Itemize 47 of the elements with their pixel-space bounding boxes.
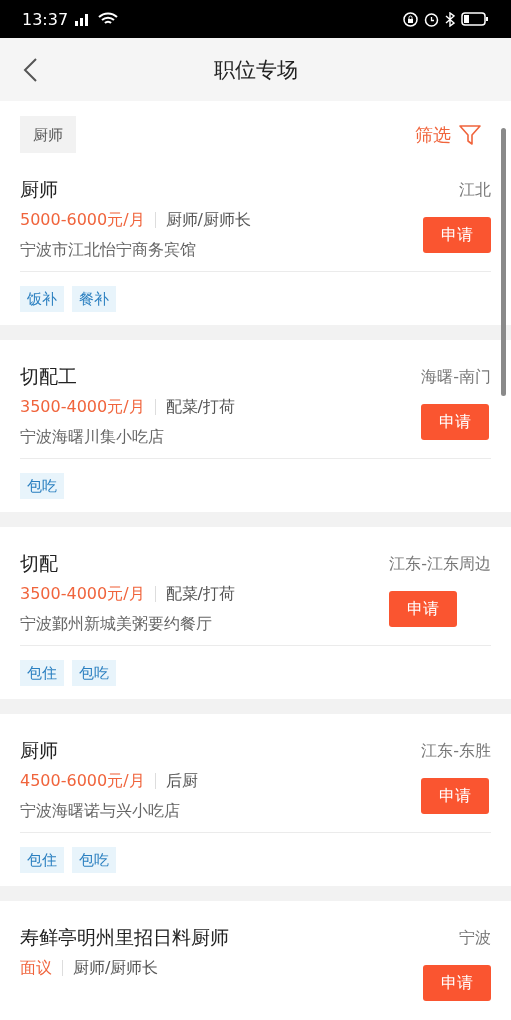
status-time: 13:37 bbox=[22, 9, 69, 29]
keyword-chip[interactable]: 厨师 bbox=[20, 115, 76, 155]
battery-icon bbox=[461, 12, 489, 26]
job-location: 江北 bbox=[459, 179, 491, 201]
filter-icon bbox=[459, 125, 481, 145]
apply-button[interactable]: 申请 bbox=[389, 591, 458, 627]
job-location: 海曙-南门 bbox=[421, 366, 491, 388]
benefit-tag: 包吃 bbox=[72, 847, 116, 873]
back-icon[interactable] bbox=[22, 58, 38, 82]
apply-button[interactable]: 申请 bbox=[423, 965, 491, 1001]
job-title: 厨师 bbox=[20, 177, 59, 202]
benefit-tag: 餐补 bbox=[72, 286, 116, 312]
benefit-tag: 饭补 bbox=[20, 286, 64, 312]
job-title: 寿鲜亭明州里招日料厨师 bbox=[20, 925, 230, 950]
job-location: 江东-东胜 bbox=[421, 740, 491, 762]
page-title: 职位专场 bbox=[213, 56, 298, 84]
job-category: 厨师/厨师长 bbox=[73, 957, 159, 979]
job-title: 厨师 bbox=[20, 738, 59, 763]
salary: 3500-4000元/月 bbox=[20, 396, 145, 418]
wifi-icon bbox=[98, 12, 119, 26]
apply-button[interactable]: 申请 bbox=[421, 778, 490, 814]
salary: 5000-6000元/月 bbox=[20, 209, 145, 231]
job-title: 切配 bbox=[20, 551, 59, 576]
benefit-tag: 包吃 bbox=[72, 660, 116, 686]
benefit-tag: 包住 bbox=[20, 660, 64, 686]
alarm-icon bbox=[424, 11, 439, 27]
bluetooth-icon bbox=[445, 11, 455, 27]
filter-button[interactable]: 筛选 bbox=[415, 119, 481, 151]
company-name: 宁波海曙诺与兴小吃店 bbox=[20, 800, 181, 822]
company-name: 宁波市江北怡宁商务宾馆 bbox=[20, 239, 197, 261]
salary: 面议 bbox=[20, 957, 52, 979]
job-category: 配菜/打荷 bbox=[165, 583, 235, 605]
apply-button[interactable]: 申请 bbox=[423, 217, 491, 253]
job-category: 配菜/打荷 bbox=[165, 396, 235, 418]
job-category: 后厨 bbox=[165, 770, 198, 792]
benefit-tag: 包住 bbox=[20, 847, 64, 873]
salary: 3500-4000元/月 bbox=[20, 583, 145, 605]
lock-icon bbox=[403, 11, 418, 27]
job-location: 江东-江东周边 bbox=[389, 553, 491, 575]
job-title: 切配工 bbox=[20, 364, 78, 389]
salary: 4500-6000元/月 bbox=[20, 770, 145, 792]
apply-button[interactable]: 申请 bbox=[421, 404, 490, 440]
company-name: 宁波海曙川集小吃店 bbox=[20, 426, 165, 448]
company-name: 宁波鄞州新城美粥要约餐厅 bbox=[20, 613, 213, 635]
benefit-tag: 包吃 bbox=[20, 473, 64, 499]
job-category: 厨师/厨师长 bbox=[165, 209, 251, 231]
job-location: 宁波 bbox=[459, 927, 491, 949]
